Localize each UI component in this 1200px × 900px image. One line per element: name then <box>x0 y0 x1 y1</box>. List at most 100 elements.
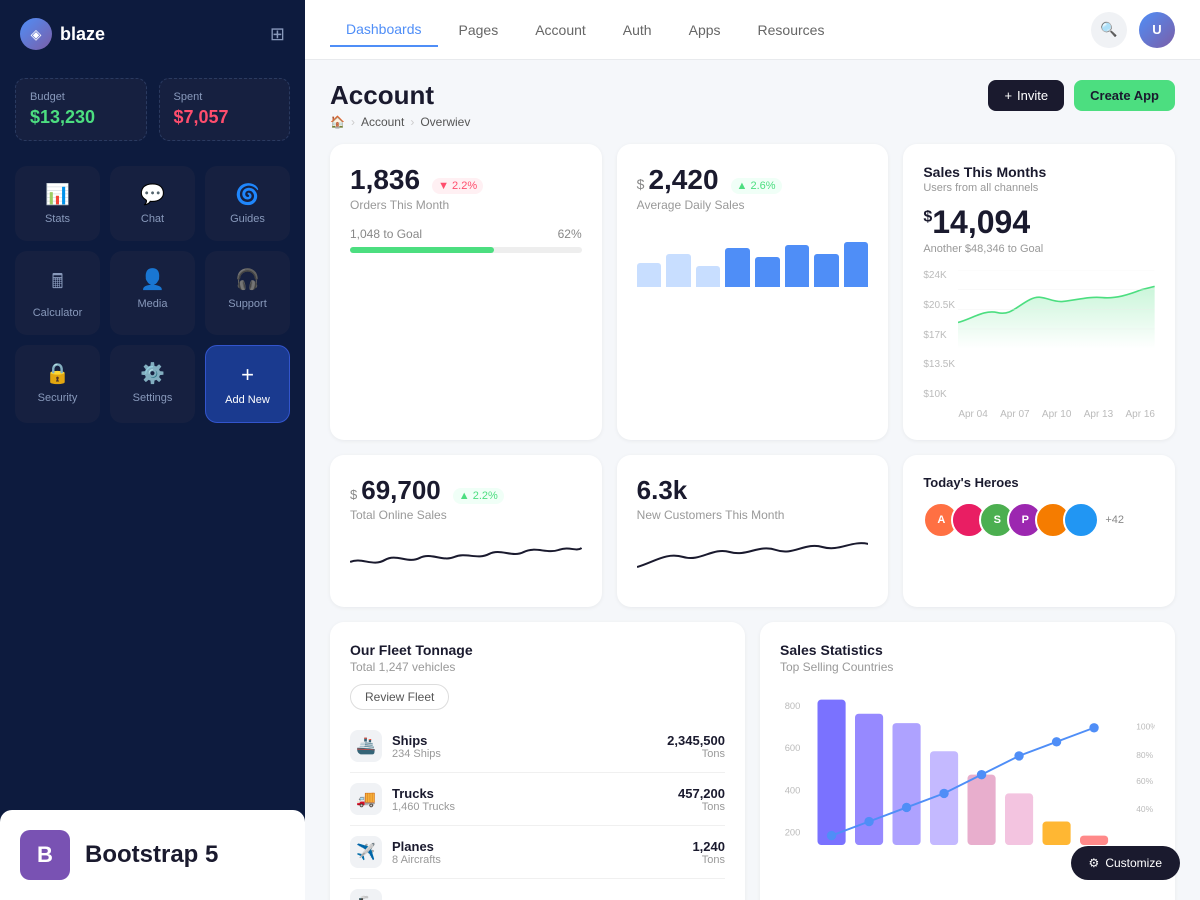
spent-card: Spent $7,057 <box>159 78 291 141</box>
fleet-trucks: 🚚 Trucks 1,460 Trucks 457,200 Tons <box>350 773 725 826</box>
row2: $ 69,700 ▲ 2.2% Total Online Sales 6.3k … <box>330 455 1175 607</box>
heroes-title: Today's Heroes <box>923 475 1155 490</box>
breadcrumb-home: 🏠 <box>330 115 345 129</box>
trains-icon: 🚂 <box>350 889 382 900</box>
wavy-chart <box>350 532 582 582</box>
svg-text:80%: 80% <box>1136 750 1153 760</box>
sales-month-sub: Users from all channels <box>923 182 1155 194</box>
customize-button[interactable]: ⚙ Customize <box>1071 846 1180 880</box>
budget-label: Budget <box>30 91 132 103</box>
orders-card: 1,836 ▼ 2.2% Orders This Month 1,048 to … <box>330 144 602 440</box>
user-avatar[interactable]: U <box>1139 12 1175 48</box>
fleet-planes: ✈️ Planes 8 Aircrafts 1,240 Tons <box>350 826 725 879</box>
bar-7 <box>814 254 839 287</box>
fleet-ships-value: 2,345,500 Tons <box>667 733 725 760</box>
avatar-6 <box>1063 502 1099 538</box>
sales-month-number: $14,094 <box>923 204 1155 241</box>
bottom-row: Our Fleet Tonnage Total 1,247 vehicles R… <box>330 622 1175 900</box>
daily-number: 2,420 <box>648 164 718 196</box>
sidebar-item-media-label: Media <box>138 298 168 310</box>
title-area: Account 🏠 › Account › Overwiev <box>330 80 470 129</box>
invite-button[interactable]: + Invite <box>988 80 1064 111</box>
sidebar-item-security[interactable]: 🔒 Security <box>15 345 100 423</box>
tab-auth[interactable]: Auth <box>607 13 668 47</box>
budget-value: $13,230 <box>30 107 132 128</box>
orders-progress: 1,048 to Goal 62% <box>350 227 582 253</box>
svg-text:40%: 40% <box>1136 804 1153 814</box>
orders-label: Orders This Month <box>350 198 582 212</box>
sidebar-item-settings-label: Settings <box>133 392 173 404</box>
nav-grid: 📊 Stats 💬 Chat 🌀 Guides 🖩 Calculator 👤 M… <box>0 161 305 428</box>
daily-prefix: $ <box>637 176 645 192</box>
trucks-icon: 🚚 <box>350 783 382 815</box>
orders-badge: ▼ 2.2% <box>432 178 483 194</box>
orders-number: 1,836 <box>350 164 420 196</box>
sidebar-item-media[interactable]: 👤 Media <box>110 251 195 335</box>
avatar-count: +42 <box>1105 514 1124 526</box>
sidebar-item-stats[interactable]: 📊 Stats <box>15 166 100 241</box>
progress-track <box>350 247 582 253</box>
avatars-row: A S P +42 <box>923 502 1155 538</box>
add-icon: + <box>241 362 254 388</box>
tab-account[interactable]: Account <box>519 13 602 47</box>
security-icon: 🔒 <box>45 361 70 386</box>
sidebar: ◈ blaze ⊞ Budget $13,230 Spent $7,057 📊 … <box>0 0 305 900</box>
sidebar-item-support[interactable]: 🎧 Support <box>205 251 290 335</box>
progress-fill <box>350 247 494 253</box>
sidebar-item-settings[interactable]: ⚙️ Settings <box>110 345 195 423</box>
search-button[interactable]: 🔍 <box>1091 12 1127 48</box>
tab-dashboards[interactable]: Dashboards <box>330 13 438 47</box>
sidebar-item-chat[interactable]: 💬 Chat <box>110 166 195 241</box>
chat-icon: 💬 <box>140 182 165 207</box>
svg-text:400: 400 <box>785 785 801 795</box>
fleet-ships-name: Ships 234 Ships <box>392 733 667 760</box>
sales-goal: Another $48,346 to Goal <box>923 243 1155 255</box>
sales-stats-sub: Top Selling Countries <box>780 660 1155 674</box>
daily-badge: ▲ 2.6% <box>731 178 782 194</box>
media-icon: 👤 <box>140 267 165 292</box>
x-labels: Apr 04 Apr 07 Apr 10 Apr 13 Apr 16 <box>958 409 1155 420</box>
tab-resources[interactable]: Resources <box>742 13 841 47</box>
sidebar-item-chat-label: Chat <box>141 213 164 225</box>
page-content: Account 🏠 › Account › Overwiev + Invite … <box>305 60 1200 900</box>
menu-icon[interactable]: ⊞ <box>270 24 285 45</box>
daily-sales-card: $ 2,420 ▲ 2.6% Average Daily Sales <box>617 144 889 440</box>
sidebar-item-calculator[interactable]: 🖩 Calculator <box>15 251 100 335</box>
guides-icon: 🌀 <box>235 182 260 207</box>
breadcrumb: 🏠 › Account › Overwiev <box>330 115 470 129</box>
sidebar-header: ◈ blaze ⊞ <box>0 0 305 68</box>
new-customers-card: 6.3k New Customers This Month <box>617 455 889 607</box>
tab-apps[interactable]: Apps <box>673 13 737 47</box>
logo-icon: ◈ <box>20 18 52 50</box>
logo-text: blaze <box>60 24 105 45</box>
create-app-button[interactable]: Create App <box>1074 80 1175 111</box>
bar-4 <box>725 248 750 287</box>
review-fleet-button[interactable]: Review Fleet <box>350 684 449 710</box>
progress-goal-label: 1,048 to Goal <box>350 227 422 241</box>
sales-month-title: Sales This Months <box>923 164 1155 180</box>
bootstrap-banner: B Bootstrap 5 <box>0 810 305 900</box>
daily-label: Average Daily Sales <box>637 198 869 212</box>
fleet-planes-value: 1,240 Tons <box>692 839 725 866</box>
new-customers-chart <box>637 532 869 582</box>
fleet-ships: 🚢 Ships 234 Ships 2,345,500 Tons <box>350 720 725 773</box>
sales-prefix: $ <box>923 208 932 225</box>
fleet-planes-name: Planes 8 Aircrafts <box>392 839 692 866</box>
sidebar-item-add-new-label: Add New <box>225 394 270 406</box>
sidebar-item-calculator-label: Calculator <box>33 307 83 319</box>
daily-bars <box>637 227 869 287</box>
bootstrap-logo: B <box>20 830 70 880</box>
fleet-sub: Total 1,247 vehicles <box>350 660 725 674</box>
bootstrap-text: Bootstrap 5 <box>85 841 218 869</box>
fleet-trains: 🚂 Trains 804,300 <box>350 879 725 900</box>
sidebar-item-guides[interactable]: 🌀 Guides <box>205 166 290 241</box>
tab-pages[interactable]: Pages <box>443 13 515 47</box>
online-badge: ▲ 2.2% <box>453 488 504 504</box>
spent-value: $7,057 <box>174 107 276 128</box>
line-chart-svg <box>958 270 1155 349</box>
online-label: Total Online Sales <box>350 508 582 522</box>
breadcrumb-account: Account <box>361 115 404 129</box>
sidebar-item-add-new[interactable]: + Add New <box>205 345 290 423</box>
header-actions: + Invite Create App <box>988 80 1175 111</box>
svg-text:100%: 100% <box>1136 722 1155 732</box>
